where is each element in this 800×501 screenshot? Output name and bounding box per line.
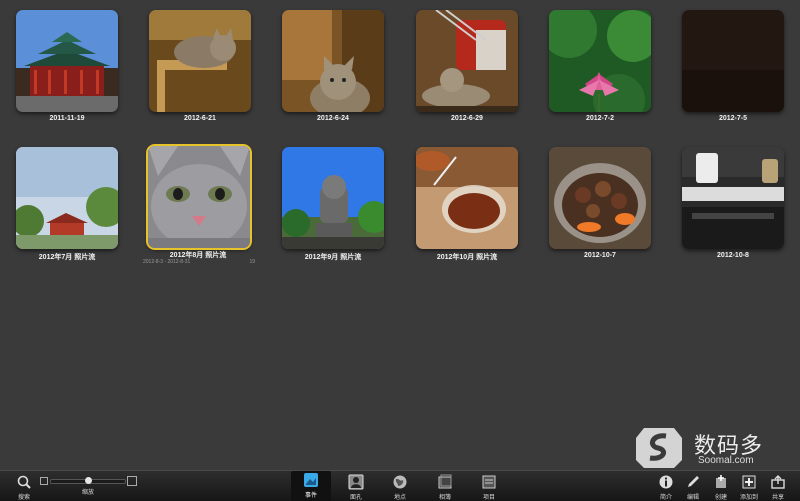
events-icon: [304, 473, 318, 487]
event-title: 2012-6-21: [184, 115, 216, 122]
event-title: 2012-10-7: [584, 252, 616, 259]
tab-faces[interactable]: 面孔: [336, 473, 376, 501]
bottom-toolbar: 搜索 缩放 事件 面孔 地点 相簿 项目 简介 编辑 创建 添加到 共享: [0, 470, 800, 501]
tab-albums[interactable]: 相簿: [425, 473, 465, 501]
event-thumbnail[interactable]: [282, 147, 384, 249]
event-title: 2012-10-8: [717, 252, 749, 259]
event-thumbnail[interactable]: [148, 146, 250, 248]
zoom-small-icon: [40, 477, 48, 485]
event-tile[interactable]: 2012-7-5: [682, 10, 784, 122]
event-thumbnail[interactable]: [416, 10, 518, 112]
add-icon: [742, 475, 756, 489]
event-thumbnail[interactable]: [682, 10, 784, 112]
events-grid: 2011-11-19 2012-6-21 2012-6-24 2012-6-29…: [0, 0, 800, 470]
event-title: 2012年9月 照片流: [304, 254, 362, 261]
zoom-label-wrap: 缩放: [68, 485, 108, 496]
event-thumbnail[interactable]: [416, 147, 518, 249]
event-thumbnail[interactable]: [16, 10, 118, 112]
event-tile[interactable]: 2012-10-8: [682, 147, 784, 259]
watermark: 数码多 Soomal.com: [636, 426, 786, 470]
event-title: 2012-6-29: [451, 115, 483, 122]
zoom-large-icon: [127, 476, 137, 486]
info-icon: [659, 475, 673, 489]
event-tile[interactable]: 2012年10月 照片流: [416, 147, 518, 261]
event-tile-selected[interactable]: 2012年8月 照片流 2012-8-3 - 2012-8-31 19: [143, 145, 255, 265]
event-dates: 2012-8-3 - 2012-8-31: [143, 259, 191, 265]
event-title: 2012-7-5: [718, 115, 748, 122]
event-date-range: 2012-8-3 - 2012-8-31 19: [143, 259, 255, 265]
event-tile[interactable]: 2012-6-29: [416, 10, 518, 122]
event-tile[interactable]: 2012-6-21: [149, 10, 251, 122]
projects-icon: [482, 475, 496, 489]
zoom-label: 缩放: [81, 490, 94, 496]
faces-icon: [348, 474, 364, 490]
globe-icon: [393, 475, 407, 489]
event-tile[interactable]: 2012-10-7: [549, 147, 651, 259]
tab-projects[interactable]: 项目: [469, 473, 509, 501]
create-icon: [716, 475, 726, 488]
tab-places[interactable]: 地点: [380, 473, 420, 501]
event-thumbnail[interactable]: [149, 10, 251, 112]
albums-icon: [438, 474, 452, 489]
event-thumbnail[interactable]: [682, 147, 784, 249]
event-photo-count: 19: [249, 259, 255, 265]
event-thumbnail[interactable]: [282, 10, 384, 112]
tab-events-label: 事件: [304, 493, 317, 499]
event-title: 2012-6-24: [317, 115, 349, 122]
search-button[interactable]: 搜索: [4, 473, 44, 501]
event-title: 2012年10月 照片流: [436, 254, 498, 261]
search-icon: [17, 475, 31, 489]
event-tile[interactable]: 2012年9月 照片流: [282, 147, 384, 261]
tab-events[interactable]: 事件: [291, 471, 331, 501]
event-tile[interactable]: 2012-7-2: [549, 10, 651, 122]
share-button[interactable]: 共享: [758, 473, 798, 501]
pencil-icon: [688, 476, 699, 487]
event-thumbnail[interactable]: [16, 147, 118, 249]
event-tile[interactable]: 2012年7月 照片流: [16, 147, 118, 261]
event-thumbnail[interactable]: [549, 10, 651, 112]
event-tile[interactable]: 2012-6-24: [282, 10, 384, 122]
share-icon: [771, 475, 785, 489]
watermark-logo-icon: [636, 428, 682, 468]
event-title: 2011-11-19: [49, 115, 85, 122]
event-tile[interactable]: 2011-11-19: [16, 10, 118, 122]
event-title: 2012-7-2: [585, 115, 615, 122]
zoom-slider-knob[interactable]: [85, 477, 92, 484]
event-thumbnail[interactable]: [549, 147, 651, 249]
event-title: 2012年7月 照片流: [38, 254, 96, 261]
watermark-url: Soomal.com: [698, 455, 754, 466]
zoom-slider[interactable]: [50, 477, 126, 484]
